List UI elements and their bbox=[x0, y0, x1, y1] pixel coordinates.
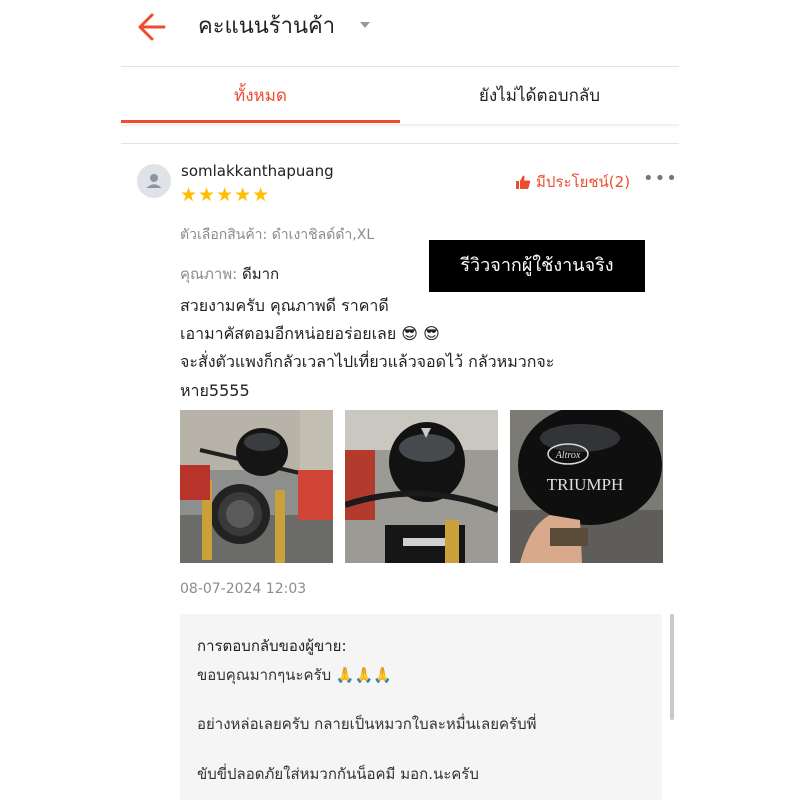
thumbs-up-icon bbox=[516, 175, 531, 189]
active-tab-indicator bbox=[121, 120, 400, 123]
seller-reply-line: อย่างหล่อเลยครับ กลายเป็นหมวกใบละหมื่นเล… bbox=[197, 715, 537, 733]
helmet-on-motorcycle-photo-2 bbox=[345, 410, 498, 563]
more-options-icon[interactable]: ••• bbox=[643, 168, 678, 189]
quality-value: ดีมาก bbox=[241, 265, 280, 283]
review-text-line: สวยงามครับ คุณภาพดี ราคาดี bbox=[180, 296, 389, 315]
rating-stars: ★★★★★ bbox=[180, 184, 271, 206]
seller-reply-title: การตอบกลับของผู้ขาย: bbox=[197, 637, 347, 655]
quality-rating: คุณภาพ: ดีมาก bbox=[180, 262, 279, 286]
helmet-on-motorcycle-photo-1 bbox=[180, 410, 333, 563]
review-text-line: เอามาคัสตอมอีกหน่อยอร่อยเลย 😎 😎 bbox=[180, 324, 440, 343]
seller-reply-line: ขับขี่ปลอดภัยใส่หมวกกันน็อคมี มอก.นะครับ bbox=[197, 765, 479, 783]
review-timestamp: 08-07-2024 12:03 bbox=[180, 581, 307, 597]
review-text-line: หาย5555 bbox=[180, 381, 250, 400]
reviewer-username: somlakkanthapuang bbox=[181, 162, 334, 180]
helpful-button[interactable]: มีประโยชน์(2) bbox=[515, 172, 630, 192]
seller-reply-line: ขอบคุณมากๆนะครับ 🙏🙏🙏 bbox=[197, 666, 392, 684]
review-photo-3[interactable]: Altrox TRIUMPH bbox=[510, 410, 663, 563]
helmet-logo-text: TRIUMPH bbox=[547, 475, 624, 494]
tab-unreplied[interactable]: ยังไม่ได้ตอบกลับ bbox=[400, 68, 679, 124]
review-photo-2[interactable] bbox=[345, 410, 498, 563]
review-photo-1[interactable] bbox=[180, 410, 333, 563]
tabs-divider bbox=[121, 124, 679, 128]
review-top-divider bbox=[121, 143, 679, 144]
caret-down-icon[interactable] bbox=[360, 22, 370, 28]
product-variation: ตัวเลือกสินค้า: ดำเงาชิลด์ดำ,XL bbox=[180, 227, 375, 243]
review-text-line: จะสั่งตัวแพงก็กลัวเวลาไปเที่ยวแล้วจอดไว้… bbox=[180, 352, 555, 371]
user-icon bbox=[146, 174, 162, 188]
header-divider bbox=[121, 66, 679, 67]
tab-all[interactable]: ทั้งหมด bbox=[121, 68, 400, 124]
helmet-brand-text: Altrox bbox=[555, 450, 581, 461]
back-button[interactable] bbox=[134, 10, 174, 44]
page-title[interactable]: คะแนนร้านค้า bbox=[198, 10, 335, 44]
scrollbar[interactable] bbox=[670, 614, 674, 720]
quality-label: คุณภาพ: bbox=[180, 265, 238, 283]
arrow-left-icon bbox=[138, 13, 166, 41]
helpful-label: มีประโยชน์(2) bbox=[536, 173, 631, 191]
real-user-review-badge: รีวิวจากผู้ใช้งานจริง bbox=[429, 240, 645, 292]
avatar[interactable] bbox=[137, 164, 171, 198]
helmet-in-hand-photo: Altrox TRIUMPH bbox=[510, 410, 663, 563]
